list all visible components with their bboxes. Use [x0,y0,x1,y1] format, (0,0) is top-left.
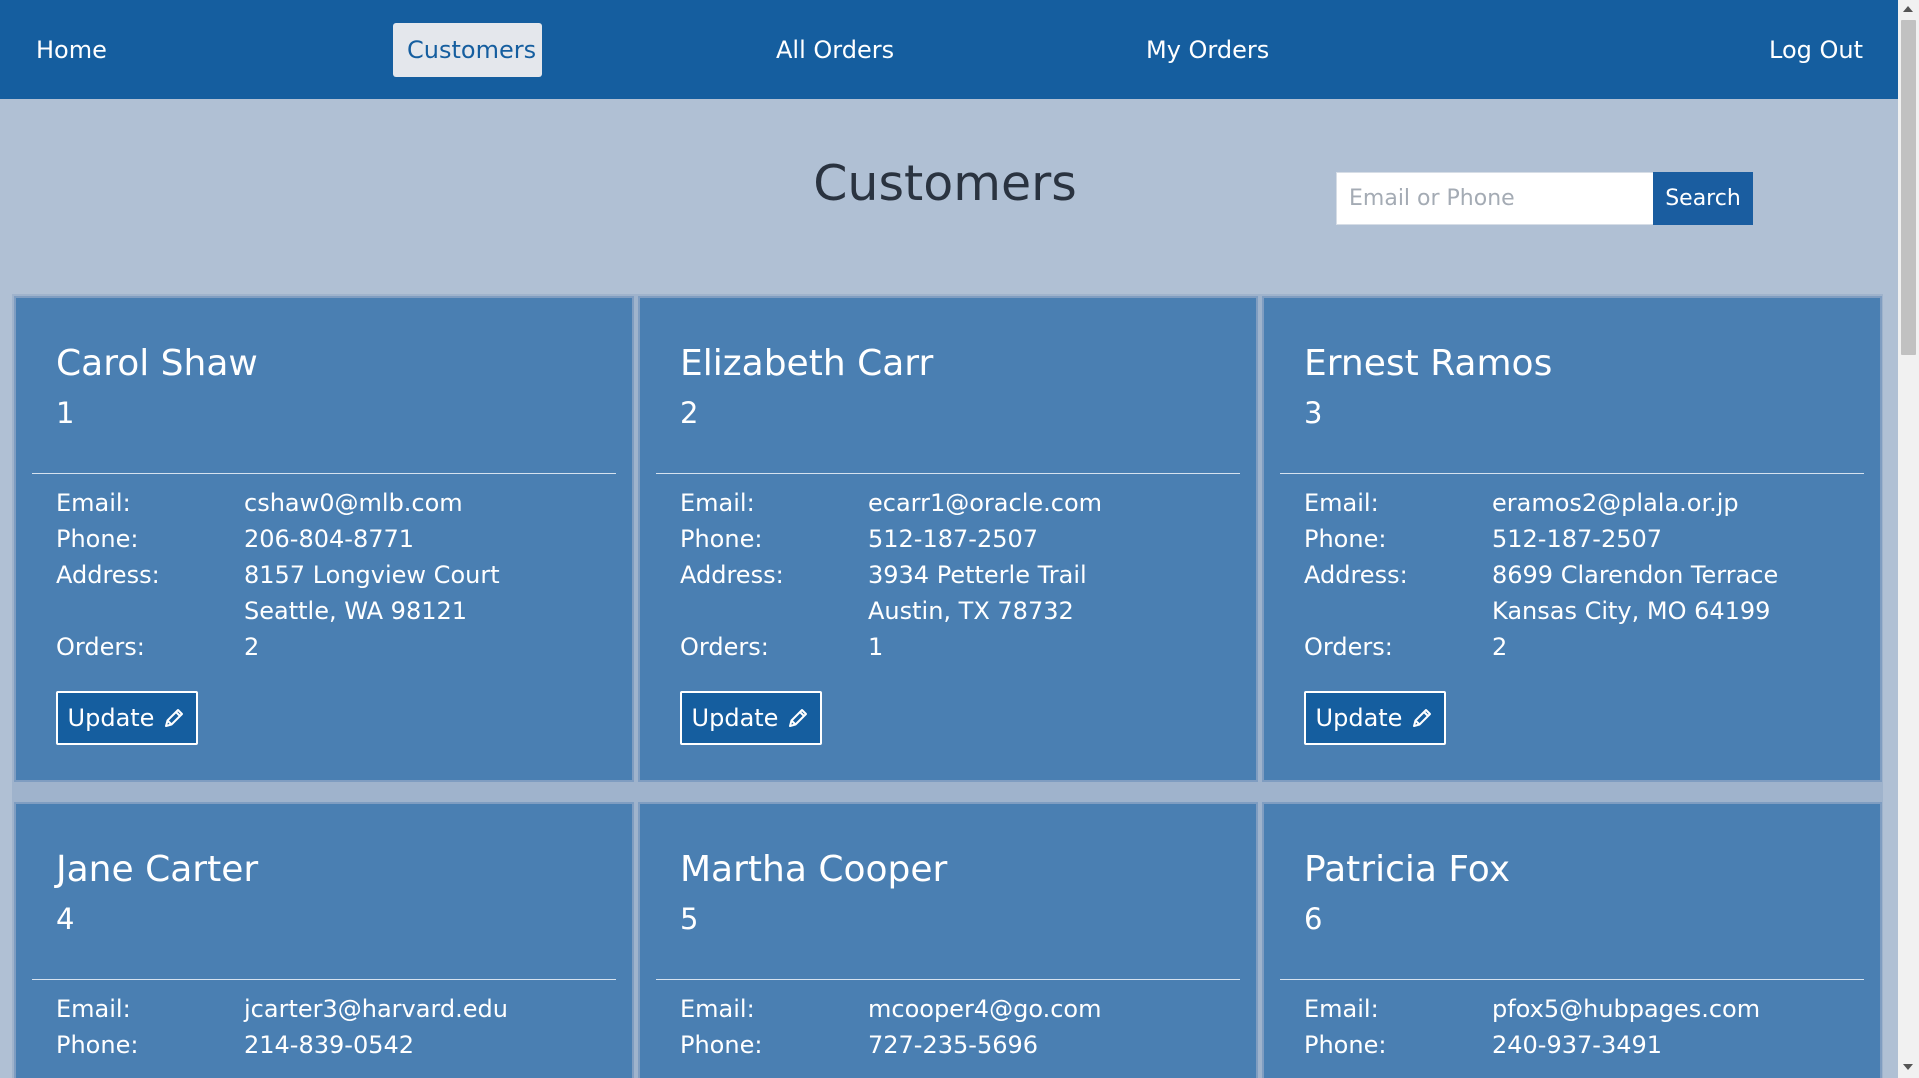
navbar: Home Customers All Orders My Orders Log … [0,0,1898,99]
orders-value: 2 [1492,633,1508,661]
card-divider [656,979,1240,980]
customer-card: Martha Cooper 5 Email: mcooper4@go.com P… [638,802,1258,1078]
nav-my-orders[interactable]: My Orders [1132,23,1283,77]
phone-value: 240-937-3491 [1492,1031,1663,1059]
email-label: Email: [56,489,131,517]
update-button[interactable]: Update [56,691,198,745]
phone-value: 214-839-0542 [244,1031,415,1059]
scroll-thumb[interactable] [1901,20,1916,355]
update-label: Update [691,704,779,732]
phone-label: Phone: [56,1031,139,1059]
email-label: Email: [1304,489,1379,517]
phone-value: 727-235-5696 [868,1031,1039,1059]
customer-card: Carol Shaw 1 Email: cshaw0@mlb.com Phone… [14,296,634,782]
phone-value: 512-187-2507 [1492,525,1663,553]
phone-label: Phone: [680,1031,763,1059]
address-line1: 3934 Petterle Trail [868,561,1087,589]
customer-card: Jane Carter 4 Email: jcarter3@harvard.ed… [14,802,634,1078]
phone-label: Phone: [1304,525,1387,553]
customer-id: 5 [680,902,699,936]
card-divider [1280,979,1864,980]
phone-value: 512-187-2507 [868,525,1039,553]
email-value: jcarter3@harvard.edu [244,995,508,1023]
address-label: Address: [680,561,784,589]
scroll-up-icon[interactable] [1903,6,1913,12]
nav-home[interactable]: Home [22,23,121,77]
phone-label: Phone: [1304,1031,1387,1059]
customer-name: Jane Carter [56,849,259,890]
nav-all-orders[interactable]: All Orders [762,23,908,77]
card-divider [32,473,616,474]
orders-value: 2 [244,633,260,661]
address-label: Address: [1304,561,1408,589]
email-value: pfox5@hubpages.com [1492,995,1761,1023]
customer-card: Ernest Ramos 3 Email: eramos2@plala.or.j… [1262,296,1882,782]
address-line1: 8157 Longview Court [244,561,500,589]
card-divider [32,979,616,980]
update-button[interactable]: Update [680,691,822,745]
customer-name: Ernest Ramos [1304,343,1553,384]
email-value: cshaw0@mlb.com [244,489,463,517]
update-label: Update [67,704,155,732]
address-line2: Kansas City, MO 64199 [1492,597,1771,625]
scroll-down-icon[interactable] [1903,1064,1913,1070]
email-value: mcooper4@go.com [868,995,1102,1023]
customer-id: 2 [680,396,699,430]
email-label: Email: [1304,995,1379,1023]
address-line1: 8699 Clarendon Terrace [1492,561,1779,589]
email-label: Email: [680,489,755,517]
page-title: Customers [813,155,1077,212]
phone-label: Phone: [56,525,139,553]
orders-value: 1 [868,633,884,661]
nav-customers[interactable]: Customers [393,23,542,77]
pencil-icon [165,709,184,727]
vertical-scrollbar[interactable] [1898,0,1919,1078]
email-value: eramos2@plala.or.jp [1492,489,1739,517]
customer-id: 6 [1304,902,1323,936]
customer-card: Patricia Fox 6 Email: pfox5@hubpages.com… [1262,802,1882,1078]
customer-name: Carol Shaw [56,343,258,384]
customer-id: 3 [1304,396,1323,430]
customer-id: 1 [56,396,75,430]
customer-name: Martha Cooper [680,849,948,890]
update-label: Update [1315,704,1403,732]
customer-name: Patricia Fox [1304,849,1511,890]
customer-id: 4 [56,902,75,936]
search-input[interactable] [1336,172,1653,225]
customer-card: Elizabeth Carr 2 Email: ecarr1@oracle.co… [638,296,1258,782]
email-label: Email: [680,995,755,1023]
address-line2: Austin, TX 78732 [868,597,1074,625]
phone-value: 206-804-8771 [244,525,415,553]
update-button[interactable]: Update [1304,691,1446,745]
customer-name: Elizabeth Carr [680,343,934,384]
card-divider [656,473,1240,474]
search-button[interactable]: Search [1653,172,1753,225]
card-divider [1280,473,1864,474]
orders-label: Orders: [1304,633,1393,661]
address-label: Address: [56,561,160,589]
pencil-icon [789,709,808,727]
orders-label: Orders: [680,633,769,661]
phone-label: Phone: [680,525,763,553]
email-value: ecarr1@oracle.com [868,489,1103,517]
orders-label: Orders: [56,633,145,661]
pencil-icon [1413,709,1432,727]
address-line2: Seattle, WA 98121 [244,597,468,625]
nav-log-out[interactable]: Log Out [1755,23,1877,77]
email-label: Email: [56,995,131,1023]
